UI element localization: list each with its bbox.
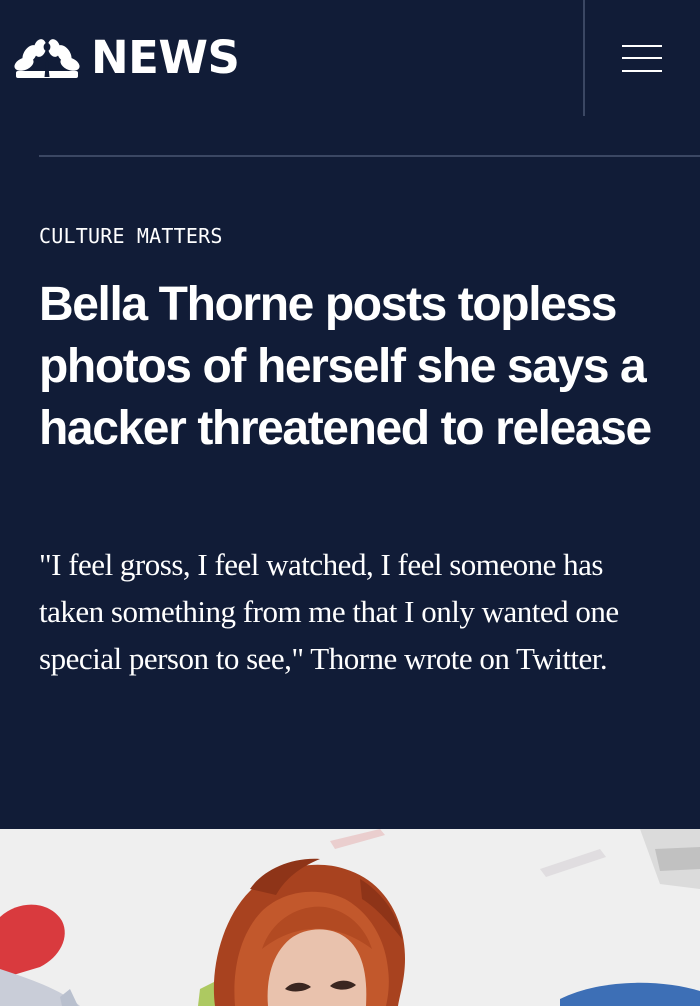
section-divider — [39, 155, 700, 157]
menu-button[interactable] — [614, 36, 670, 84]
hamburger-menu-icon — [622, 43, 662, 73]
hero-image — [0, 829, 700, 1006]
header-divider — [583, 0, 585, 116]
nbc-news-logo[interactable]: NEWS — [14, 31, 240, 84]
site-header: NEWS — [0, 0, 700, 118]
article-category-link[interactable]: CULTURE MATTERS — [39, 224, 223, 248]
nbc-peacock-icon — [14, 39, 80, 78]
article-dek: "I feel gross, I feel watched, I feel so… — [39, 547, 619, 676]
logo-wordmark: NEWS — [91, 31, 240, 84]
article-headline: Bella Thorne posts topless photos of her… — [39, 278, 652, 455]
